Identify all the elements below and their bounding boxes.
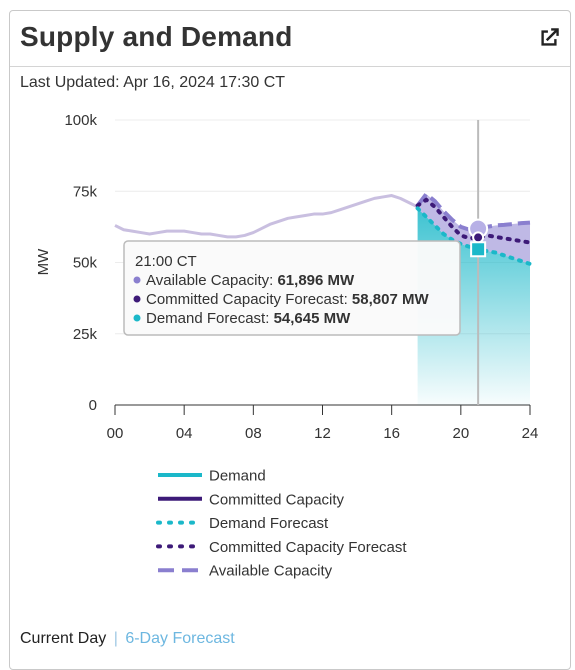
y-tick-label: 0: [89, 397, 97, 414]
footer-nav: Current Day | 6-Day Forecast: [20, 630, 235, 648]
historical-capacity-line: [114, 194, 419, 239]
tooltip-dot: [133, 276, 141, 284]
tooltip-row-label: Available Capacity:: [146, 272, 277, 289]
supply-demand-chart: 0 25k 50k 75k 100k 00 04 08 12 16 20 24 MW 21:00 CT Av…: [35, 112, 539, 580]
tooltip-row-label: Demand Forecast:: [146, 310, 274, 327]
tooltip-row-label: Committed Capacity Forecast:: [146, 291, 352, 308]
tooltip-row: Committed Capacity Forecast: 58,807 MW: [146, 291, 429, 308]
current-day-label: Current Day: [20, 630, 107, 647]
legend-label: Committed Capacity: [209, 491, 345, 508]
x-tick-label: 20: [452, 425, 469, 442]
legend-label: Demand Forecast: [209, 515, 329, 532]
demand-forecast-marker: [470, 241, 487, 258]
x-tick-label: 04: [176, 425, 193, 442]
y-axis-label: MW: [35, 248, 52, 275]
tooltip-row-value: 54,645 MW: [274, 310, 352, 327]
tooltip-dot: [133, 314, 141, 322]
tooltip-row: Available Capacity: 61,896 MW: [146, 272, 355, 289]
tooltip-row-value: 58,807 MW: [352, 291, 430, 308]
x-tick-label: 00: [107, 425, 124, 442]
legend-label: Demand: [209, 468, 266, 485]
x-tick-label: 24: [522, 425, 539, 442]
tooltip-row-value: 61,896 MW: [277, 272, 355, 289]
separator: |: [113, 630, 118, 647]
x-tick-label: 12: [314, 425, 331, 442]
chart-legend: Demand Committed Capacity Demand Forecast C…: [156, 468, 407, 580]
y-tick-label: 75k: [73, 183, 98, 200]
tooltip-dot: [133, 295, 141, 303]
y-tick-label: 25k: [73, 326, 98, 343]
six-day-forecast-link[interactable]: 6-Day Forecast: [125, 630, 234, 647]
legend-label: Committed Capacity Forecast: [209, 539, 407, 556]
y-tick-label: 50k: [73, 255, 98, 272]
chart-tooltip: 21:00 CT Available Capacity: 61,896 MW Com…: [123, 240, 461, 336]
y-tick-label: 100k: [64, 112, 97, 129]
tooltip-title: 21:00 CT: [135, 253, 197, 270]
committed-forecast-marker: [472, 231, 485, 244]
tooltip-row: Demand Forecast: 54,645 MW: [146, 310, 351, 327]
x-tick-label: 08: [245, 425, 262, 442]
x-tick-label: 16: [383, 425, 400, 442]
legend-label: Available Capacity: [209, 563, 333, 580]
